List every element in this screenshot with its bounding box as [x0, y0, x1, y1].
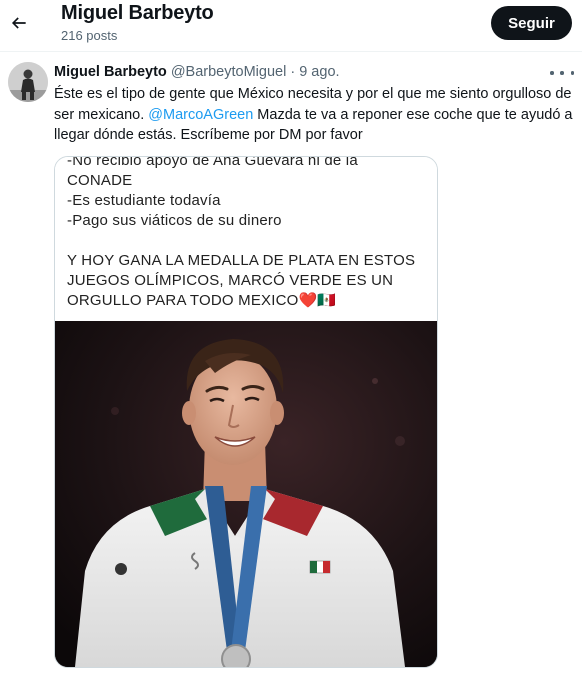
follow-button[interactable]: Seguir [491, 6, 572, 40]
avatar-image [8, 62, 48, 102]
media-text-lines: -No recibió apoyo de Ana Guevara ni de l… [67, 157, 427, 311]
media-text-line: Y HOY GANA LA MEDALLA DE PLATA EN ESTOS [67, 252, 416, 269]
avatar[interactable] [8, 62, 48, 102]
media-text-line: -Es estudiante todavía [67, 192, 221, 209]
media-text-card: -No recibió apoyo de Ana Guevara ni de l… [55, 157, 437, 321]
post-count: 216 posts [61, 28, 118, 43]
more-options-button[interactable] [550, 66, 574, 80]
more-dots-icon [550, 71, 554, 75]
tweet-time[interactable]: 9 ago. [299, 64, 339, 80]
tweet[interactable]: Miguel Barbeyto @BarbeytoMiguel · 9 ago.… [0, 52, 582, 677]
media-text-line: JUEGOS OLÍMPICOS, MARCÓ VERDE ES UN [67, 272, 394, 289]
media-text-line [67, 231, 427, 251]
tweet-text: Éste es el tipo de gente que México nece… [54, 84, 574, 146]
media-text-line: -No recibió apoyo de Ana Guevara ni de l… [67, 157, 358, 169]
media-photo [55, 321, 437, 667]
arrow-left-icon [11, 17, 26, 29]
author-name[interactable]: Miguel Barbeyto [54, 64, 167, 80]
mention-link[interactable]: @MarcoAGreen [148, 107, 253, 123]
media-text-line: -Pago sus viáticos de su dinero [67, 212, 282, 229]
tweet-header: Miguel Barbeyto @BarbeytoMiguel · 9 ago. [54, 64, 340, 80]
boxer-photo [55, 321, 437, 667]
separator-dot: · [290, 64, 296, 80]
back-button[interactable] [4, 8, 34, 38]
profile-header: Miguel Barbeyto 216 posts Seguir [0, 0, 582, 50]
tweet-media[interactable]: -No recibió apoyo de Ana Guevara ni de l… [54, 156, 438, 668]
media-text-line: CONADE [67, 172, 133, 189]
media-text-line: ORGULLO PARA TODO MEXICO❤️🇲🇽 [67, 292, 337, 309]
author-handle[interactable]: @BarbeytoMiguel [171, 64, 286, 80]
profile-title: Miguel Barbeyto [61, 2, 214, 24]
